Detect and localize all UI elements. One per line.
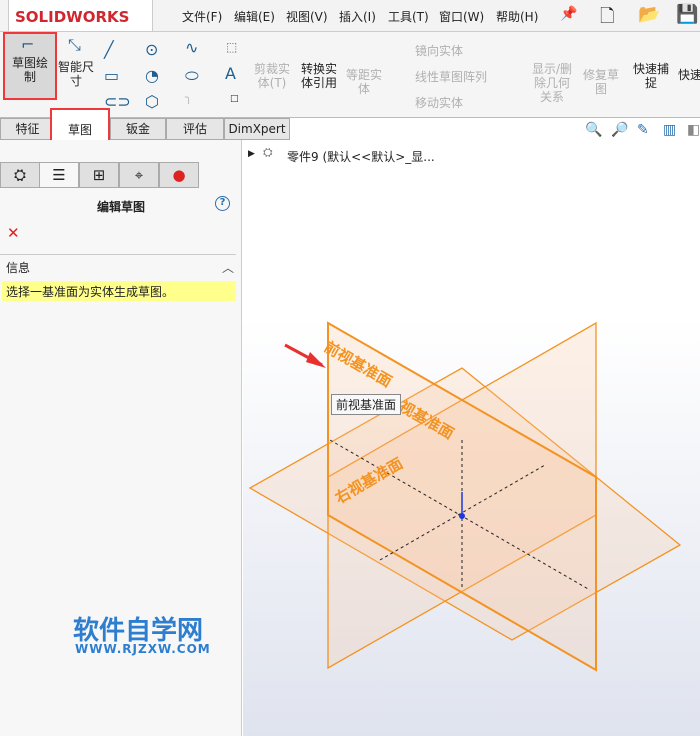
tab-evaluate[interactable]: 评估 xyxy=(166,118,224,140)
ellipse-icon[interactable]: ⬭ xyxy=(185,66,199,86)
zoom-to-fit-icon[interactable]: 🔍 xyxy=(585,122,602,138)
tab-sheet-metal[interactable]: 钣金 xyxy=(110,118,166,140)
circle-icon[interactable]: ⊙ xyxy=(145,40,158,59)
fillet-icon[interactable]: ╮ xyxy=(185,90,192,104)
rectangle-icon[interactable]: ▭ xyxy=(104,66,119,85)
panel-title: 编辑草图 xyxy=(96,200,145,214)
open-folder-icon[interactable]: 📂 xyxy=(638,4,660,25)
color-wheel-icon: ● xyxy=(172,166,186,184)
sketch-icon: ⌐ xyxy=(21,35,35,54)
linear-pattern-button[interactable]: 线性草图阵列 xyxy=(415,68,487,85)
menu-insert[interactable]: 插入(I) xyxy=(339,8,376,25)
polygon-icon[interactable]: ⬡ xyxy=(145,92,159,111)
section-view-icon[interactable]: ▥ xyxy=(663,122,676,138)
tab-features[interactable]: 特征 xyxy=(0,118,55,140)
menu-file[interactable]: 文件(F) xyxy=(182,8,222,25)
quick-view-button[interactable]: 快速视图 xyxy=(678,68,700,82)
cancel-icon[interactable]: ✕ xyxy=(7,224,20,242)
menu-window[interactable]: 窗口(W) xyxy=(439,8,484,25)
menu-tools[interactable]: 工具(T) xyxy=(388,8,429,25)
part-icon: ⛭ xyxy=(13,166,26,184)
spline-icon[interactable]: ∿ xyxy=(185,38,198,57)
trim-button[interactable]: 剪裁实体(T) xyxy=(252,62,292,90)
show-relations-button[interactable]: 显示/删除几何关系 xyxy=(530,62,574,104)
graphics-viewport[interactable]: ▶ ⛭ 零件9 (默认<<默认>_显... 🔍 🔎 ✎ ▥ ◧ 前视基准面 上视… xyxy=(243,122,700,736)
crosshair-icon: ⌖ xyxy=(134,166,144,184)
new-document-icon[interactable]: 🗋 xyxy=(600,4,614,34)
dimxpert-tab[interactable]: ⌖ xyxy=(119,162,159,188)
move-entities-button[interactable]: 移动实体 xyxy=(415,94,463,111)
previous-view-icon[interactable]: ✎ xyxy=(637,122,649,138)
construction-geometry-icon[interactable]: ⬚ xyxy=(226,40,237,54)
tab-sketch[interactable]: 草图 xyxy=(50,108,110,144)
menu-help[interactable]: 帮助(H) xyxy=(496,8,538,25)
zoom-area-icon[interactable]: 🔎 xyxy=(611,122,628,138)
solidworks-logo[interactable]: SOLIDWORKS xyxy=(8,0,153,32)
configuration-icon: ⊞ xyxy=(92,166,106,184)
quick-snap-button[interactable]: 快速捕捉 xyxy=(630,62,672,90)
save-icon[interactable]: 💾 xyxy=(676,4,698,25)
point-icon[interactable]: □ xyxy=(230,94,239,104)
divider xyxy=(0,254,236,255)
collapse-icon[interactable]: ︿ xyxy=(222,259,234,276)
smart-dimension-icon: ⤡ xyxy=(68,35,81,54)
menu-view[interactable]: 视图(V) xyxy=(286,8,328,25)
info-message: 选择一基准面为实体生成草图。 xyxy=(2,281,236,301)
sketch-label: 草图绘制 xyxy=(12,56,49,84)
title-bar: SOLIDWORKS 文件(F) 编辑(E) 视图(V) 插入(I) 工具(T)… xyxy=(0,0,700,32)
list-icon: ☰ xyxy=(52,166,66,184)
feature-tree-tab[interactable]: ⛭ xyxy=(0,162,40,188)
logo-text: SOLIDWORKS xyxy=(15,8,130,26)
offset-button[interactable]: 等距实体 xyxy=(344,68,384,96)
display-manager-tab[interactable]: ● xyxy=(159,162,199,188)
tab-dimxpert[interactable]: DimXpert xyxy=(224,118,290,140)
planes-drawing xyxy=(248,321,682,672)
command-manager-ribbon: ⌐ 草图绘制 ⤡ 智能尺寸 ╱ ⊙ ∿ ⬚ ▭ ◔ ⬭ A ⊂⊃ ⬡ ╮ □ 剪裁实… xyxy=(0,32,700,118)
watermark-url: WWW.RJZXW.COM xyxy=(75,642,211,656)
property-manager-tab[interactable]: ☰ xyxy=(39,162,79,188)
view-orientation-icon[interactable]: ◧ xyxy=(687,122,700,138)
info-header[interactable]: 信息 xyxy=(6,259,30,276)
sketch-button[interactable]: ⌐ 草图绘制 xyxy=(3,32,57,100)
smart-dimension-label: 智能尺寸 xyxy=(57,60,94,88)
configuration-tab[interactable]: ⊞ xyxy=(79,162,119,188)
text-icon[interactable]: A xyxy=(225,64,236,83)
repair-sketch-button[interactable]: 修复草图 xyxy=(580,68,622,96)
smart-dimension-button[interactable]: ⤡ 智能尺寸 xyxy=(56,32,96,100)
pin-icon[interactable]: 📌 xyxy=(560,6,577,22)
origin-icon xyxy=(459,513,465,519)
menu-edit[interactable]: 编辑(E) xyxy=(234,8,275,25)
convert-entities-button[interactable]: 转换实体引用 xyxy=(298,62,340,90)
arc-icon[interactable]: ◔ xyxy=(145,66,159,85)
command-tabs: 特征 草图 钣金 评估 DimXpert xyxy=(0,108,290,144)
property-manager-panel: ⛭ ☰ ⊞ ⌖ ● 编辑草图 ? ✕ 信息 ︿ 选择一基准面为实体生成草图。 软… xyxy=(0,140,242,736)
help-icon[interactable]: ? xyxy=(215,196,230,211)
line-icon[interactable]: ╱ xyxy=(104,40,114,59)
mirror-button[interactable]: 镜向实体 xyxy=(415,42,463,59)
plane-tooltip: 前视基准面 xyxy=(331,394,402,415)
